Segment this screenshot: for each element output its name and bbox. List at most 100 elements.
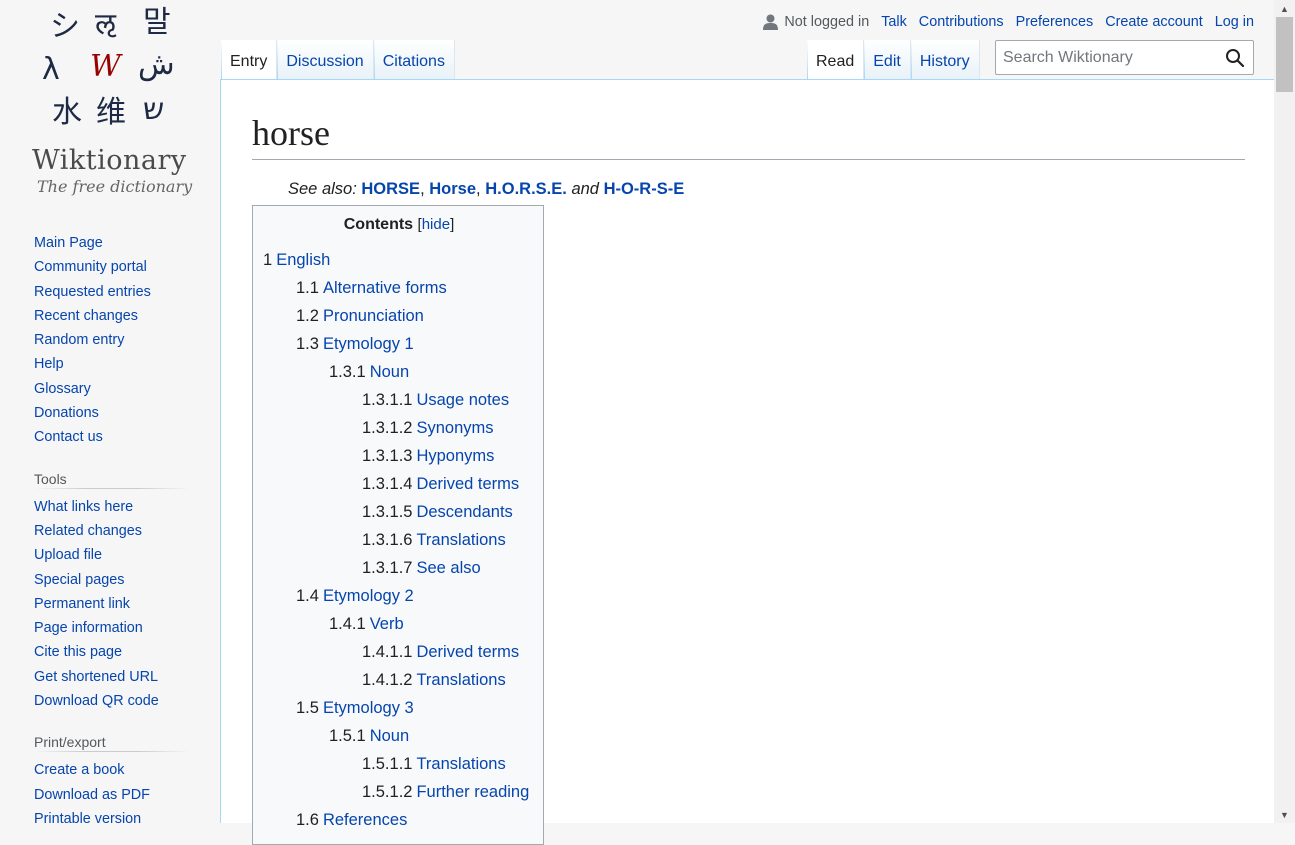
toc-link[interactable]: Etymology 3 xyxy=(323,699,414,717)
site-logo[interactable]: シ ऌ 말 λ W ش 水 维 ש Wiktionary The free di… xyxy=(0,0,220,210)
toc-link[interactable]: Translations xyxy=(416,755,505,773)
sidebar-link[interactable]: What links here xyxy=(34,499,133,515)
toc-item[interactable]: 1.3.1.6 Translations xyxy=(263,526,535,554)
see-also-link-horse-caps[interactable]: HORSE xyxy=(361,180,420,198)
tab-read[interactable]: Read xyxy=(807,40,865,80)
sidebar-item-recent-changes[interactable]: Recent changes xyxy=(34,304,190,328)
tab-discussion[interactable]: Discussion xyxy=(277,40,374,80)
sidebar-link[interactable]: Requested entries xyxy=(34,284,151,300)
toc-hide-link[interactable]: hide xyxy=(422,216,450,233)
toc-link[interactable]: English xyxy=(276,251,330,269)
sidebar-link[interactable]: Random entry xyxy=(34,332,124,348)
tab-history[interactable]: History xyxy=(910,40,980,80)
toc-link[interactable]: Noun xyxy=(370,727,409,745)
create-account-link[interactable]: Create account xyxy=(1105,14,1203,30)
sidebar-item-donations[interactable]: Donations xyxy=(34,401,190,425)
toc-link[interactable]: Etymology 2 xyxy=(323,587,414,605)
toc-link[interactable]: Translations xyxy=(416,531,505,549)
sidebar-link[interactable]: Upload file xyxy=(34,547,102,563)
sidebar-item-help[interactable]: Help xyxy=(34,352,190,376)
toc-item[interactable]: 1.3.1.3 Hyponyms xyxy=(263,442,535,470)
toc-link[interactable]: Synonyms xyxy=(416,419,493,437)
tab-citations[interactable]: Citations xyxy=(373,40,455,80)
toc-link[interactable]: Alternative forms xyxy=(323,279,447,297)
see-also-link-horse[interactable]: Horse xyxy=(429,180,476,198)
toc-item[interactable]: 1 English xyxy=(263,246,535,274)
sidebar-link[interactable]: Glossary xyxy=(34,381,91,397)
toc-item[interactable]: 1.3.1 Noun xyxy=(263,358,535,386)
sidebar-item-random-entry[interactable]: Random entry xyxy=(34,328,190,352)
toc-item[interactable]: 1.5.1 Noun xyxy=(263,722,535,750)
toc-link[interactable]: Translations xyxy=(416,671,505,689)
sidebar-item-upload-file[interactable]: Upload file xyxy=(34,543,190,567)
tab-edit[interactable]: Edit xyxy=(864,40,911,80)
sidebar-item-printable-version[interactable]: Printable version xyxy=(34,807,190,831)
sidebar-item-special-pages[interactable]: Special pages xyxy=(34,568,190,592)
sidebar-link[interactable]: Get shortened URL xyxy=(34,669,158,685)
toc-link[interactable]: Further reading xyxy=(416,783,529,801)
sidebar-item-cite-this-page[interactable]: Cite this page xyxy=(34,640,190,664)
toc-link[interactable]: Hyponyms xyxy=(416,447,494,465)
scrollbar-thumb[interactable] xyxy=(1276,17,1293,92)
sidebar-link[interactable]: Recent changes xyxy=(34,308,138,324)
tab-entry[interactable]: Entry xyxy=(221,40,278,80)
toc-item[interactable]: 1.5.1.2 Further reading xyxy=(263,778,535,806)
toc-item[interactable]: 1.3 Etymology 1 xyxy=(263,330,535,358)
sidebar-link[interactable]: Community portal xyxy=(34,259,147,275)
toc-item[interactable]: 1.3.1.7 See also xyxy=(263,554,535,582)
toc-item[interactable]: 1.3.1.4 Derived terms xyxy=(263,470,535,498)
sidebar-item-community-portal[interactable]: Community portal xyxy=(34,255,190,279)
toc-item[interactable]: 1.2 Pronunciation xyxy=(263,302,535,330)
sidebar-item-glossary[interactable]: Glossary xyxy=(34,377,190,401)
sidebar-item-page-information[interactable]: Page information xyxy=(34,616,190,640)
toc-link[interactable]: Noun xyxy=(370,363,409,381)
search-input[interactable] xyxy=(996,47,1216,68)
toc-item[interactable]: 1.4 Etymology 2 xyxy=(263,582,535,610)
preferences-link[interactable]: Preferences xyxy=(1016,14,1094,30)
toc-link[interactable]: Pronunciation xyxy=(323,307,424,325)
sidebar-link[interactable]: Printable version xyxy=(34,811,141,827)
sidebar-item-related-changes[interactable]: Related changes xyxy=(34,519,190,543)
sidebar-link[interactable]: Permanent link xyxy=(34,596,130,612)
sidebar-link[interactable]: Page information xyxy=(34,620,143,636)
scrollbar[interactable]: ▲ ▼ xyxy=(1274,0,1295,823)
sidebar-link[interactable]: Donations xyxy=(34,405,99,421)
sidebar-item-permanent-link[interactable]: Permanent link xyxy=(34,592,190,616)
sidebar-item-download-as-pdf[interactable]: Download as PDF xyxy=(34,783,190,807)
contributions-link[interactable]: Contributions xyxy=(919,14,1004,30)
toc-item[interactable]: 1.4.1.2 Translations xyxy=(263,666,535,694)
toc-item[interactable]: 1.4.1.1 Derived terms xyxy=(263,638,535,666)
sidebar-link[interactable]: Special pages xyxy=(34,572,124,588)
toc-item[interactable]: 1.4.1 Verb xyxy=(263,610,535,638)
sidebar-item-requested-entries[interactable]: Requested entries xyxy=(34,280,190,304)
sidebar-link[interactable]: Related changes xyxy=(34,523,142,539)
sidebar-link[interactable]: Contact us xyxy=(34,429,103,445)
toc-item[interactable]: 1.3.1.2 Synonyms xyxy=(263,414,535,442)
see-also-link-h-o-r-s-e-dots[interactable]: H.O.R.S.E. xyxy=(485,180,567,198)
toc-link[interactable]: References xyxy=(323,811,407,829)
toc-item[interactable]: 1.5 Etymology 3 xyxy=(263,694,535,722)
sidebar-item-create-a-book[interactable]: Create a book xyxy=(34,758,190,782)
sidebar-link[interactable]: Download QR code xyxy=(34,693,159,709)
sidebar-item-main-page[interactable]: Main Page xyxy=(34,231,190,255)
toc-link[interactable]: Descendants xyxy=(416,503,512,521)
scroll-up-arrow-icon[interactable]: ▲ xyxy=(1274,0,1295,17)
toc-item[interactable]: 1.3.1.1 Usage notes xyxy=(263,386,535,414)
log-in-link[interactable]: Log in xyxy=(1215,14,1254,30)
toc-item[interactable]: 1.5.1.1 Translations xyxy=(263,750,535,778)
sidebar-item-get-shortened-url[interactable]: Get shortened URL xyxy=(34,665,190,689)
sidebar-item-download-qr-code[interactable]: Download QR code xyxy=(34,689,190,713)
sidebar-item-what-links-here[interactable]: What links here xyxy=(34,495,190,519)
toc-link[interactable]: Derived terms xyxy=(416,475,519,493)
scroll-down-arrow-icon[interactable]: ▼ xyxy=(1274,806,1295,823)
toc-link[interactable]: Usage notes xyxy=(416,391,509,409)
search-icon[interactable] xyxy=(1225,48,1245,68)
sidebar-link[interactable]: Cite this page xyxy=(34,644,122,660)
sidebar-link[interactable]: Create a book xyxy=(34,762,124,778)
talk-link[interactable]: Talk xyxy=(881,14,907,30)
toc-link[interactable]: Derived terms xyxy=(416,643,519,661)
toc-link[interactable]: Etymology 1 xyxy=(323,335,414,353)
sidebar-link[interactable]: Download as PDF xyxy=(34,787,150,803)
toc-link[interactable]: Verb xyxy=(370,615,404,633)
see-also-link-h-o-r-s-e-dashes[interactable]: H-O-R-S-E xyxy=(604,180,685,198)
